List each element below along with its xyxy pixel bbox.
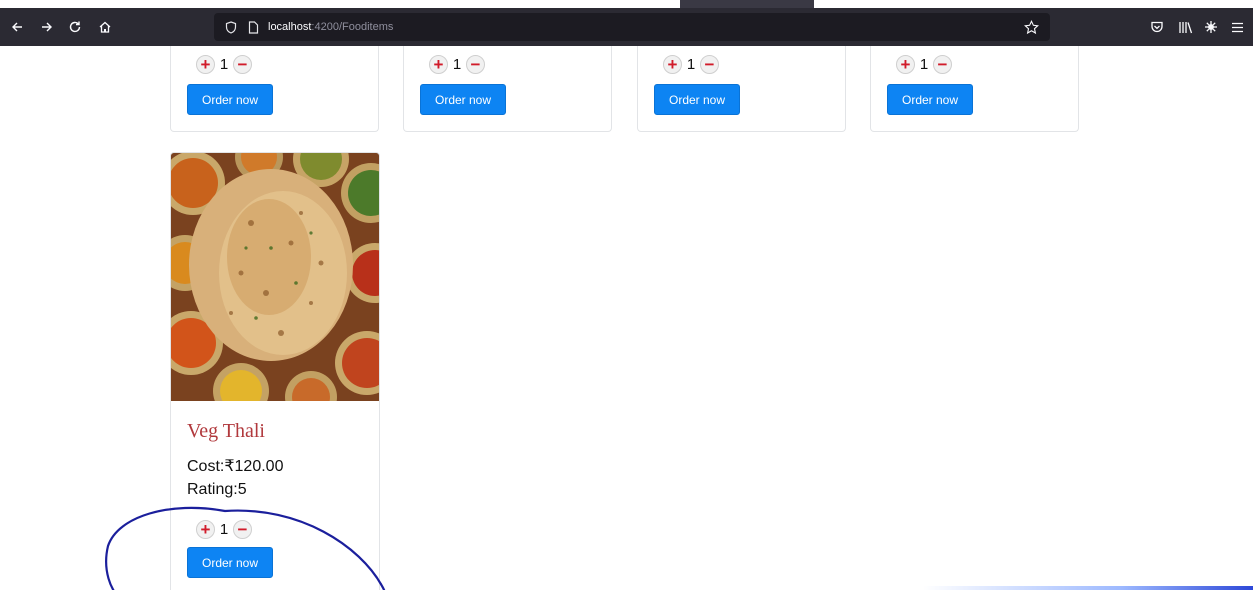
star-icon[interactable] [1022, 13, 1040, 41]
quantity-stepper: + 1 − [196, 53, 252, 75]
browser-window: localhost:4200/Fooditems + 1 − Order now… [0, 0, 1253, 590]
order-now-button[interactable]: Order now [654, 84, 740, 115]
food-card-veg-thali: Veg Thali Cost:₹120.00 Rating:5 + 1 − Or… [170, 152, 380, 590]
quantity-stepper: + 1 − [429, 53, 485, 75]
food-card: + 1 − Order now [637, 46, 846, 132]
active-tab-edge[interactable] [680, 0, 814, 8]
quantity-value: 1 [219, 55, 229, 73]
quantity-stepper: + 1 − [196, 518, 252, 540]
food-card: + 1 − Order now [403, 46, 612, 132]
food-items-page: + 1 − Order now + 1 − Order now + 1 − Or… [0, 46, 1253, 590]
food-card: + 1 − Order now [870, 46, 1079, 132]
increase-quantity-button[interactable]: + [196, 54, 215, 74]
url-path: :4200/Fooditems [311, 21, 394, 33]
veg-thali-photo [171, 153, 379, 401]
library-icon[interactable] [1174, 8, 1196, 46]
order-now-button[interactable]: Order now [187, 84, 273, 115]
increase-quantity-button[interactable]: + [663, 54, 682, 74]
order-now-button[interactable]: Order now [887, 84, 973, 115]
increase-quantity-button[interactable]: + [196, 519, 215, 539]
food-name: Veg Thali [187, 420, 265, 442]
increase-quantity-button[interactable]: + [896, 54, 915, 74]
food-rating: Rating:5 [187, 481, 247, 498]
hamburger-menu-icon[interactable] [1226, 8, 1248, 46]
decrease-quantity-button[interactable]: − [233, 519, 252, 539]
home-icon[interactable] [94, 8, 116, 46]
quantity-value: 1 [219, 520, 229, 538]
decrease-quantity-button[interactable]: − [933, 54, 952, 74]
address-bar[interactable]: localhost:4200/Fooditems [214, 13, 1050, 41]
page-icon[interactable] [244, 13, 262, 41]
food-card: + 1 − Order now [170, 46, 379, 132]
order-now-button[interactable]: Order now [420, 84, 506, 115]
url-text[interactable]: localhost:4200/Fooditems [268, 13, 393, 41]
shield-icon[interactable] [222, 13, 240, 41]
quantity-value: 1 [452, 55, 462, 73]
reload-icon[interactable] [64, 8, 86, 46]
taskbar-edge [923, 586, 1253, 590]
tab-strip [0, 0, 1253, 8]
decrease-quantity-button[interactable]: − [233, 54, 252, 74]
forward-arrow-icon[interactable] [36, 8, 58, 46]
decrease-quantity-button[interactable]: − [700, 54, 719, 74]
back-arrow-icon[interactable] [6, 8, 28, 46]
extension-icon[interactable] [1200, 8, 1222, 46]
url-host: localhost [268, 21, 312, 33]
quantity-stepper: + 1 − [663, 53, 719, 75]
order-now-button[interactable]: Order now [187, 547, 273, 578]
quantity-value: 1 [686, 55, 696, 73]
food-cost: Cost:₹120.00 [187, 458, 284, 475]
quantity-value: 1 [919, 55, 929, 73]
quantity-stepper: + 1 − [896, 53, 952, 75]
browser-toolbar: localhost:4200/Fooditems [0, 8, 1253, 46]
pocket-icon[interactable] [1146, 8, 1168, 46]
increase-quantity-button[interactable]: + [429, 54, 448, 74]
decrease-quantity-button[interactable]: − [466, 54, 485, 74]
